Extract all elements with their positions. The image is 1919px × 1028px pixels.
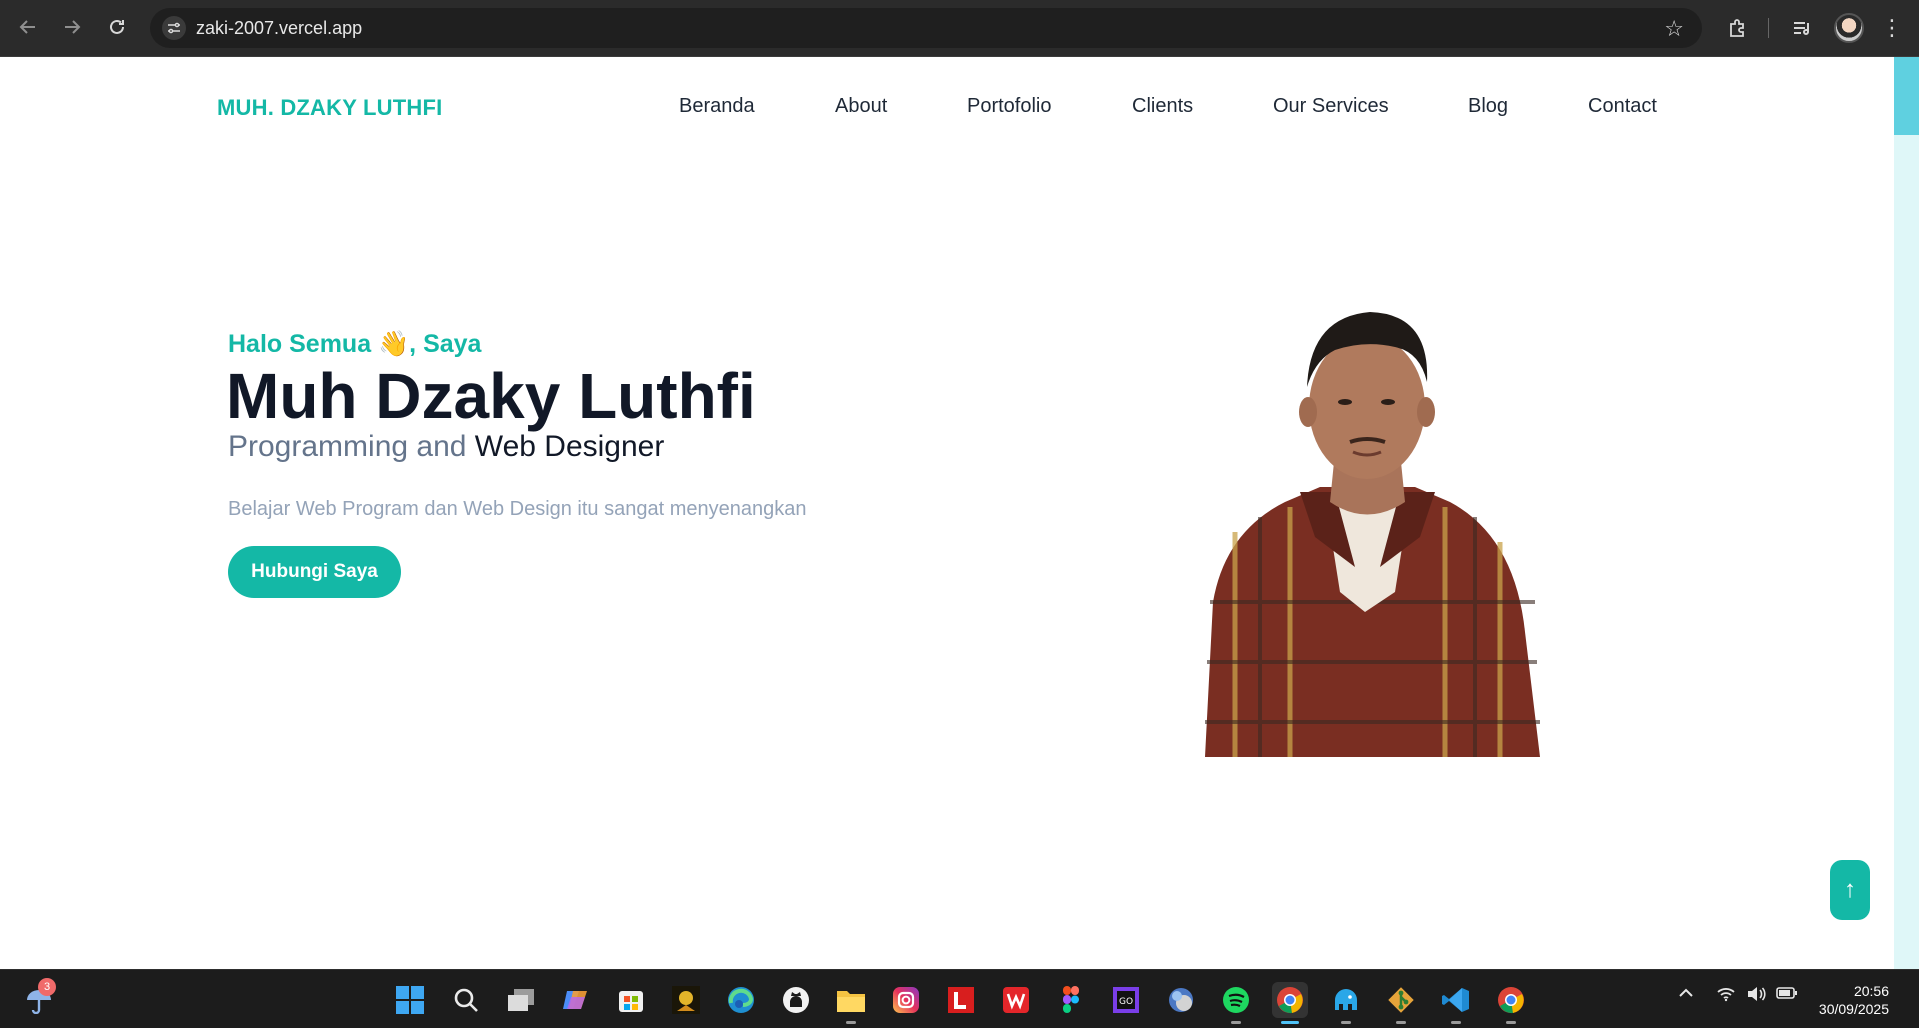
edge-browser-icon[interactable] [723,982,759,1018]
arrow-left-icon [19,20,35,34]
task-view-icon[interactable] [503,982,539,1018]
windows-start-icon[interactable] [392,982,428,1018]
main-nav: Beranda About Portofolio Clients Our Ser… [0,95,1919,125]
role-highlight: Web Designer [474,430,665,463]
running-indicator [846,1021,856,1024]
nav-about[interactable]: About [835,95,887,118]
hero-tagline: Belajar Web Program dan Web Design itu s… [228,498,807,520]
spotify-icon[interactable] [1218,982,1254,1024]
taskbar: 3 GO 20:56 30/09/2025 [0,969,1919,1028]
arrow-right-icon [65,20,81,34]
svg-text:GO: GO [1119,997,1133,1007]
chrome-icon[interactable] [1493,982,1529,1024]
browser-toolbar: zaki-2007.vercel.app ☆ ⋮ [0,0,1919,57]
game-icon[interactable] [668,982,704,1018]
nav-beranda[interactable]: Beranda [679,95,755,118]
toolbar-divider [1766,12,1770,44]
github-icon[interactable] [778,982,814,1018]
profile-avatar[interactable] [1832,12,1866,44]
show-hidden-icons[interactable] [1678,986,1694,1005]
running-indicator [1231,1021,1241,1024]
reload-button[interactable] [103,13,131,41]
hero-role: Programming and Web Designer [228,430,664,463]
nav-our-services[interactable]: Our Services [1273,95,1389,118]
go-app-icon[interactable]: GO [1108,982,1144,1018]
forward-button[interactable] [58,13,86,41]
volume-icon[interactable] [1746,986,1766,1007]
address-bar[interactable]: zaki-2007.vercel.app ☆ [150,8,1702,48]
nav-clients[interactable]: Clients [1132,95,1193,118]
bookmark-star-icon[interactable]: ☆ [1664,16,1684,42]
instagram-icon[interactable] [888,982,924,1018]
clock-date: 30/09/2025 [1818,1001,1889,1017]
avatar [1834,13,1864,43]
microsoft-store-icon[interactable] [613,982,649,1018]
running-indicator [1451,1021,1461,1024]
reload-icon [110,19,124,34]
active-indicator [1281,1021,1299,1024]
photos-icon[interactable] [1163,982,1199,1018]
profile-photo [1205,312,1540,757]
contact-me-button[interactable]: Hubungi Saya [228,546,401,598]
copilot-icon[interactable] [558,982,594,1018]
nav-contact[interactable]: Contact [1588,95,1657,118]
system-clock[interactable]: 20:56 30/09/2025 [1819,982,1889,1018]
url-text[interactable]: zaki-2007.vercel.app [196,18,362,39]
search-icon[interactable] [448,982,484,1018]
figma-icon[interactable] [1053,982,1089,1018]
role-prefix: Programming and [228,430,475,463]
running-indicator [1506,1021,1516,1024]
scrollbar[interactable] [1894,57,1919,969]
nav-blog[interactable]: Blog [1468,95,1508,118]
clock-time: 20:56 [1853,983,1889,999]
nav-portofolio[interactable]: Portofolio [967,95,1052,118]
l-app-icon[interactable] [943,982,979,1018]
extensions-icon[interactable] [1722,12,1754,44]
running-indicator [1341,1021,1351,1024]
battery-icon[interactable] [1776,986,1798,1005]
vscode-icon[interactable] [1438,982,1474,1024]
menu-kebab-icon[interactable]: ⋮ [1880,12,1904,44]
scroll-to-top-button[interactable]: ↑ [1830,860,1870,920]
hero-name: Muh Dzaky Luthfi [226,360,756,432]
git-icon[interactable] [1383,982,1419,1024]
site-settings-icon[interactable] [162,16,186,40]
page: MUH. DZAKY LUTHFI Beranda About Portofol… [0,57,1919,969]
wps-office-icon[interactable] [998,982,1034,1018]
notification-badge: 3 [38,978,56,996]
running-indicator [1396,1021,1406,1024]
back-button[interactable] [14,13,42,41]
media-control-icon[interactable] [1786,12,1818,44]
elephant-app-icon[interactable] [1328,982,1364,1024]
wifi-icon[interactable] [1716,986,1736,1007]
scrollbar-thumb[interactable] [1894,57,1919,135]
hero-greeting: Halo Semua 👋, Saya [228,330,482,358]
file-explorer-icon[interactable] [833,982,869,1024]
chrome-profile-icon[interactable] [1272,982,1308,1024]
